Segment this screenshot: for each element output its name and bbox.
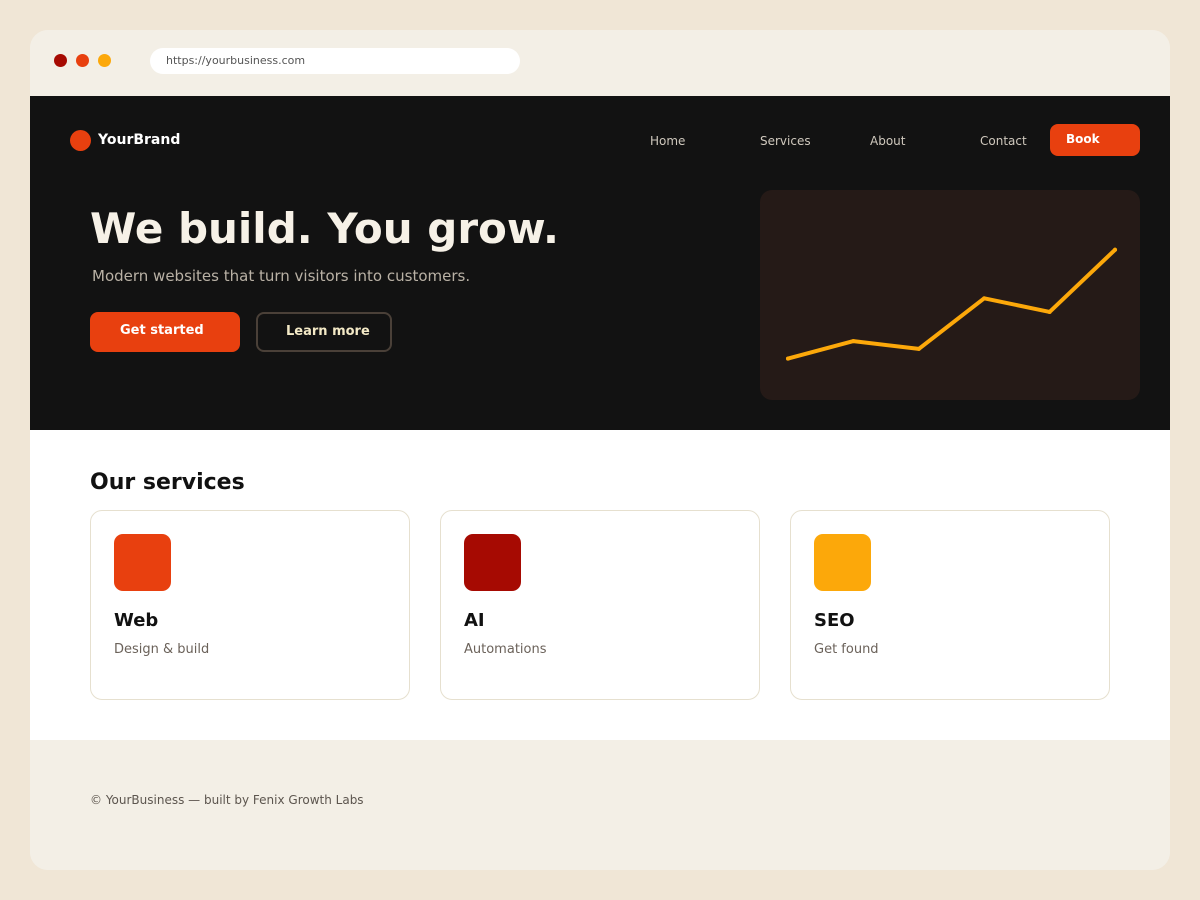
book-button[interactable]: Book bbox=[1050, 124, 1140, 156]
growth-chart bbox=[786, 247, 1117, 361]
hero-section: YourBrand Home Services About Contact Bo… bbox=[30, 96, 1170, 430]
chart-point-0 bbox=[786, 356, 790, 361]
chart-point-2 bbox=[916, 346, 921, 351]
service-card-subtitle: Automations bbox=[464, 642, 547, 657]
web-service-icon bbox=[114, 534, 171, 591]
address-bar[interactable]: https://yourbusiness.com bbox=[150, 48, 520, 74]
chart-point-4 bbox=[1047, 309, 1052, 314]
nav-about[interactable]: About bbox=[870, 133, 905, 149]
service-card-title: SEO bbox=[814, 610, 855, 631]
nav-home[interactable]: Home bbox=[650, 133, 685, 149]
chart-point-5 bbox=[1113, 247, 1117, 252]
service-card-ai[interactable]: AI Automations bbox=[440, 510, 760, 700]
get-started-button[interactable]: Get started bbox=[90, 312, 240, 352]
ai-service-icon bbox=[464, 534, 521, 591]
browser-window: https://yourbusiness.com YourBrand Home … bbox=[30, 30, 1170, 870]
minimize-window-dot[interactable] bbox=[76, 54, 89, 67]
services-section: Our services Web Design & build AI Autom… bbox=[30, 430, 1170, 740]
maximize-window-dot[interactable] bbox=[98, 54, 111, 67]
service-card-web[interactable]: Web Design & build bbox=[90, 510, 410, 700]
learn-more-button[interactable]: Learn more bbox=[256, 312, 392, 352]
chart-series-line-0 bbox=[786, 247, 1117, 361]
nav-contact[interactable]: Contact bbox=[980, 133, 1027, 149]
brand-name[interactable]: YourBrand bbox=[98, 131, 180, 149]
close-window-dot[interactable] bbox=[54, 54, 67, 67]
chart-point-1 bbox=[851, 339, 856, 344]
chart-point-3 bbox=[982, 296, 987, 301]
growth-chart-panel bbox=[760, 190, 1140, 400]
service-card-title: AI bbox=[464, 610, 485, 631]
footer-copyright: © YourBusiness — built by Fenix Growth L… bbox=[90, 793, 364, 807]
browser-chrome: https://yourbusiness.com bbox=[30, 30, 1170, 96]
service-card-seo[interactable]: SEO Get found bbox=[790, 510, 1110, 700]
footer: © YourBusiness — built by Fenix Growth L… bbox=[30, 740, 1170, 870]
service-card-title: Web bbox=[114, 610, 159, 631]
service-card-subtitle: Design & build bbox=[114, 642, 210, 657]
hero-subtitle: Modern websites that turn visitors into … bbox=[92, 267, 471, 285]
nav-services[interactable]: Services bbox=[760, 133, 811, 149]
brand-logo-icon bbox=[70, 130, 91, 151]
services-title: Our services bbox=[90, 470, 245, 495]
service-card-subtitle: Get found bbox=[814, 642, 879, 657]
hero-title: We build. You grow. bbox=[90, 204, 559, 253]
seo-service-icon bbox=[814, 534, 871, 591]
